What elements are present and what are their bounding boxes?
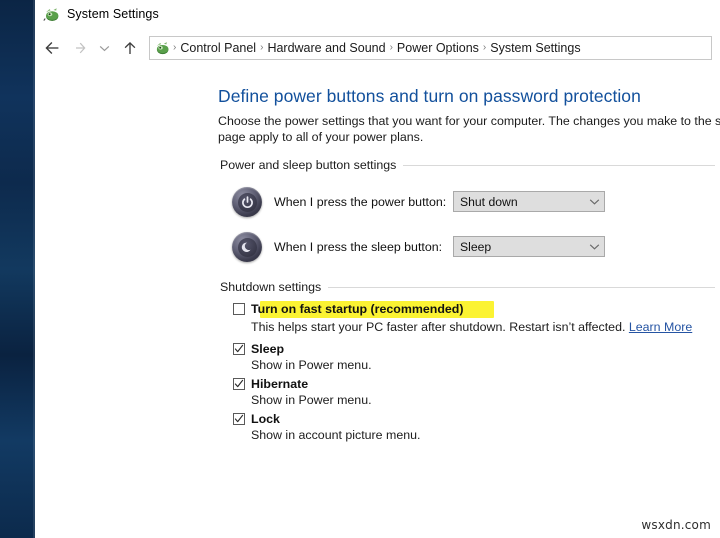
fast-startup-checkbox[interactable] <box>233 303 245 315</box>
breadcrumb-power-options[interactable]: Power Options <box>394 37 482 59</box>
watermark: wsxdn.com <box>641 518 711 532</box>
shutdown-group-label: Shutdown settings <box>220 280 328 294</box>
up-one-level-button[interactable] <box>117 35 143 61</box>
hibernate-label: Hibernate <box>251 377 308 391</box>
address-bar[interactable]: › Control Panel › Hardware and Sound › P… <box>149 36 712 60</box>
back-button[interactable] <box>39 35 65 61</box>
hibernate-description: Show in Power menu. <box>251 393 372 407</box>
learn-more-link[interactable]: Learn More <box>629 320 692 334</box>
sleep-moon-icon <box>232 232 262 262</box>
lock-description: Show in account picture menu. <box>251 428 420 442</box>
sleep-button-dropdown-value: Sleep <box>460 240 584 254</box>
system-settings-window: System Settings <box>35 0 720 538</box>
group-divider <box>328 287 715 288</box>
power-button-label: When I press the power button: <box>274 195 446 209</box>
breadcrumb-control-panel[interactable]: Control Panel <box>177 37 259 59</box>
hibernate-checkbox[interactable] <box>233 378 245 390</box>
power-button-icon <box>232 187 262 217</box>
shutdown-group-header: Shutdown settings <box>220 280 715 294</box>
fast-startup-label: Turn on fast startup (recommended) <box>251 302 464 316</box>
power-group-header: Power and sleep button settings <box>220 158 715 172</box>
page-title: Define power buttons and turn on passwor… <box>218 86 641 107</box>
fast-startup-checkbox-row[interactable]: Turn on fast startup (recommended) <box>233 302 464 316</box>
window-titlebar: System Settings <box>35 0 720 28</box>
screen-root: System Settings <box>0 0 720 538</box>
fast-startup-description: This helps start your PC faster after sh… <box>251 320 692 334</box>
page-description-line1: Choose the power settings that you want … <box>218 114 720 128</box>
sleep-button-label: When I press the sleep button: <box>274 240 442 254</box>
breadcrumb-system-settings[interactable]: System Settings <box>487 37 583 59</box>
power-button-setting-row: When I press the power button: <box>232 186 456 218</box>
group-divider <box>403 165 715 166</box>
content-pane: Define power buttons and turn on passwor… <box>35 68 720 538</box>
lock-label: Lock <box>251 412 280 426</box>
hibernate-checkbox-row[interactable]: Hibernate <box>233 377 308 391</box>
page-description-line2: page apply to all of your power plans. <box>218 129 720 145</box>
desktop-background <box>0 0 35 538</box>
address-power-options-icon <box>154 40 170 56</box>
forward-button[interactable] <box>67 35 93 61</box>
arrow-left-icon <box>44 41 61 55</box>
sleep-label: Sleep <box>251 342 284 356</box>
sleep-button-setting-row: When I press the sleep button: <box>232 231 452 263</box>
power-button-dropdown[interactable]: Shut down <box>453 191 605 212</box>
fast-startup-description-text: This helps start your PC faster after sh… <box>251 320 625 334</box>
sleep-checkbox[interactable] <box>233 343 245 355</box>
arrow-up-icon <box>123 41 137 56</box>
power-button-dropdown-value: Shut down <box>460 195 584 209</box>
sleep-description: Show in Power menu. <box>251 358 372 372</box>
recent-locations-button[interactable] <box>94 35 114 61</box>
breadcrumb-hardware-and-sound[interactable]: Hardware and Sound <box>264 37 388 59</box>
navigation-bar: › Control Panel › Hardware and Sound › P… <box>35 28 720 68</box>
power-group-label: Power and sleep button settings <box>220 158 403 172</box>
lock-checkbox[interactable] <box>233 413 245 425</box>
page-description: Choose the power settings that you want … <box>218 113 720 145</box>
arrow-right-icon <box>73 41 88 55</box>
chevron-down-icon <box>584 198 604 206</box>
chevron-down-icon <box>584 243 604 251</box>
window-title: System Settings <box>67 7 159 21</box>
chevron-down-icon <box>99 44 110 53</box>
sleep-button-dropdown[interactable]: Sleep <box>453 236 605 257</box>
lock-checkbox-row[interactable]: Lock <box>233 412 280 426</box>
power-options-icon <box>43 6 60 23</box>
sleep-checkbox-row[interactable]: Sleep <box>233 342 284 356</box>
